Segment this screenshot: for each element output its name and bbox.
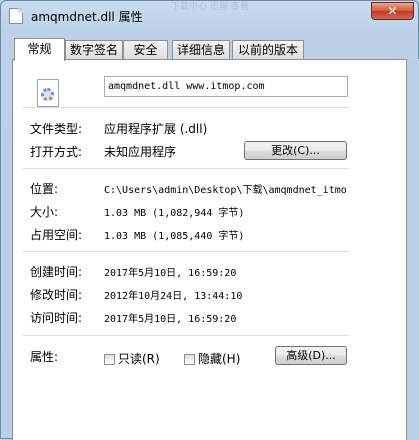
file-name-input[interactable]	[104, 76, 348, 97]
window-title: amqmdnet.dll 属性	[31, 10, 143, 24]
close-button[interactable]: ✕	[371, 2, 414, 20]
separator	[23, 251, 349, 252]
file-type-value: 应用程序扩展 (.dll)	[104, 122, 208, 136]
accessed-value: 2017年5月10日, 16:59:20	[104, 314, 237, 325]
separator	[23, 168, 349, 169]
opens-with-value: 未知应用程序	[104, 145, 177, 159]
tab-security[interactable]: 安全	[123, 40, 168, 59]
readonly-checkbox-label[interactable]: 只读(R)	[118, 352, 160, 366]
background-window-title: 下载中心 迅雷 查看	[171, 2, 249, 12]
readonly-checkbox-box[interactable]	[104, 354, 115, 365]
location-value: C:\Users\admin\Desktop\下载\amqmdnet_itmo	[104, 185, 347, 196]
modified-label: 修改时间:	[30, 288, 83, 302]
change-button[interactable]: 更改(C)...	[244, 141, 347, 160]
title-bar[interactable]: amqmdnet.dll 属性 下载中心 迅雷 查看 ✕	[1, 1, 418, 31]
window-frame-edge	[407, 59, 419, 440]
readonly-checkbox[interactable]: 只读(R)	[104, 350, 160, 366]
general-panel: 文件类型: 应用程序扩展 (.dll) 打开方式: 未知应用程序 更改(C)..…	[12, 59, 407, 440]
size-value: 1.03 MB (1,082,944 字节)	[104, 208, 245, 219]
dll-file-icon	[37, 79, 59, 107]
tab-digital-signatures[interactable]: 数字签名	[65, 40, 123, 59]
gear-icon	[41, 88, 54, 101]
tab-general[interactable]: 常规	[14, 38, 65, 61]
attributes-label: 属性:	[30, 350, 59, 364]
close-icon: ✕	[387, 4, 398, 18]
created-value: 2017年5月10日, 16:59:20	[104, 268, 237, 279]
tab-bar: 常规 数字签名 安全 详细信息 以前的版本	[12, 38, 407, 61]
hidden-checkbox-box[interactable]	[184, 354, 195, 365]
modified-value: 2012年10月24日, 13:44:10	[104, 291, 243, 302]
created-label: 创建时间:	[30, 265, 83, 279]
accessed-label: 访问时间:	[30, 311, 83, 325]
location-label: 位置:	[30, 182, 59, 196]
properties-window: amqmdnet.dll 属性 下载中心 迅雷 查看 ✕ 常规 数字签名 安全 …	[0, 0, 419, 440]
size-on-disk-value: 1.03 MB (1,085,440 字节)	[104, 231, 245, 242]
hidden-checkbox-label[interactable]: 隐藏(H)	[198, 352, 240, 366]
opens-with-label: 打开方式:	[30, 145, 83, 159]
tab-previous-versions[interactable]: 以前的版本	[232, 40, 304, 59]
file-icon	[9, 8, 23, 24]
separator	[23, 107, 349, 108]
size-on-disk-label: 占用空间:	[30, 228, 83, 242]
tab-details[interactable]: 详细信息	[172, 40, 230, 59]
hidden-checkbox[interactable]: 隐藏(H)	[184, 350, 240, 366]
size-label: 大小:	[30, 205, 59, 219]
separator	[23, 335, 349, 336]
file-type-label: 文件类型:	[30, 122, 83, 136]
advanced-button[interactable]: 高级(D)...	[275, 346, 347, 365]
